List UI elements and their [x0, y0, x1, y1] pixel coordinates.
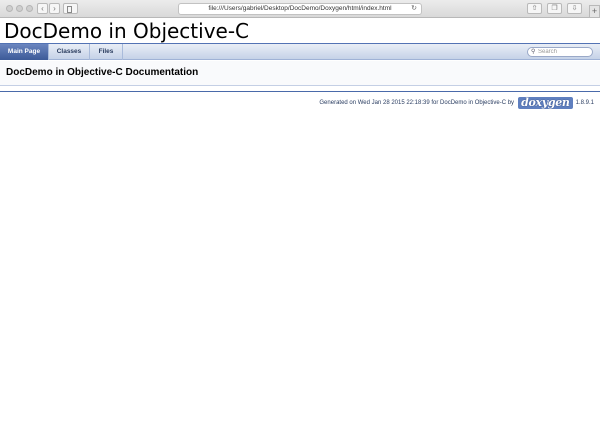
minimize-window-button[interactable]	[16, 5, 23, 12]
browser-toolbar: ‹ › file:///Users/gabriel/Desktop/DocDem…	[0, 0, 600, 18]
plus-icon: +	[591, 6, 598, 16]
search-box[interactable]: ⚲	[527, 47, 593, 57]
search-icon[interactable]: ⚲	[531, 48, 535, 56]
reload-icon[interactable]: ↻	[411, 4, 417, 14]
footer: Generated on Wed Jan 28 2015 22:18:39 fo…	[319, 96, 594, 110]
tab-main-page[interactable]: Main Page	[0, 44, 49, 60]
doxygen-logo[interactable]: doxygen	[518, 97, 573, 109]
tabs-icon: ❐	[551, 5, 558, 12]
new-tab-button[interactable]: +	[589, 5, 600, 18]
forward-button[interactable]: ›	[49, 3, 60, 14]
downloads-button[interactable]: ⇩	[567, 3, 582, 14]
close-window-button[interactable]	[6, 5, 13, 12]
footer-divider	[0, 91, 600, 92]
chevron-left-icon: ‹	[41, 4, 44, 13]
sidebar-toggle-button[interactable]	[63, 3, 78, 14]
chevron-right-icon: ›	[53, 4, 56, 13]
share-icon: ⇧	[531, 5, 538, 12]
address-bar[interactable]: file:///Users/gabriel/Desktop/DocDemo/Do…	[178, 3, 422, 15]
show-tabs-button[interactable]: ❐	[547, 3, 562, 14]
page-title: DocDemo in Objective-C Documentation	[6, 67, 199, 78]
nav-tabs: Main Page Classes Files ⚲	[0, 44, 600, 60]
tab-classes[interactable]: Classes	[49, 44, 90, 60]
doxygen-version: 1.8.9.1	[575, 100, 594, 106]
back-button[interactable]: ‹	[37, 3, 48, 14]
url-text: file:///Users/gabriel/Desktop/DocDemo/Do…	[208, 5, 392, 12]
project-title: DocDemo in Objective-C	[4, 19, 250, 43]
zoom-window-button[interactable]	[26, 5, 33, 12]
generated-text: Generated on Wed Jan 28 2015 22:18:39 fo…	[319, 100, 515, 106]
search-input[interactable]	[538, 48, 590, 56]
share-button[interactable]: ⇧	[527, 3, 542, 14]
download-icon: ⇩	[571, 5, 578, 12]
tab-files[interactable]: Files	[90, 44, 123, 60]
page-header: DocDemo in Objective-C Documentation	[0, 61, 600, 86]
